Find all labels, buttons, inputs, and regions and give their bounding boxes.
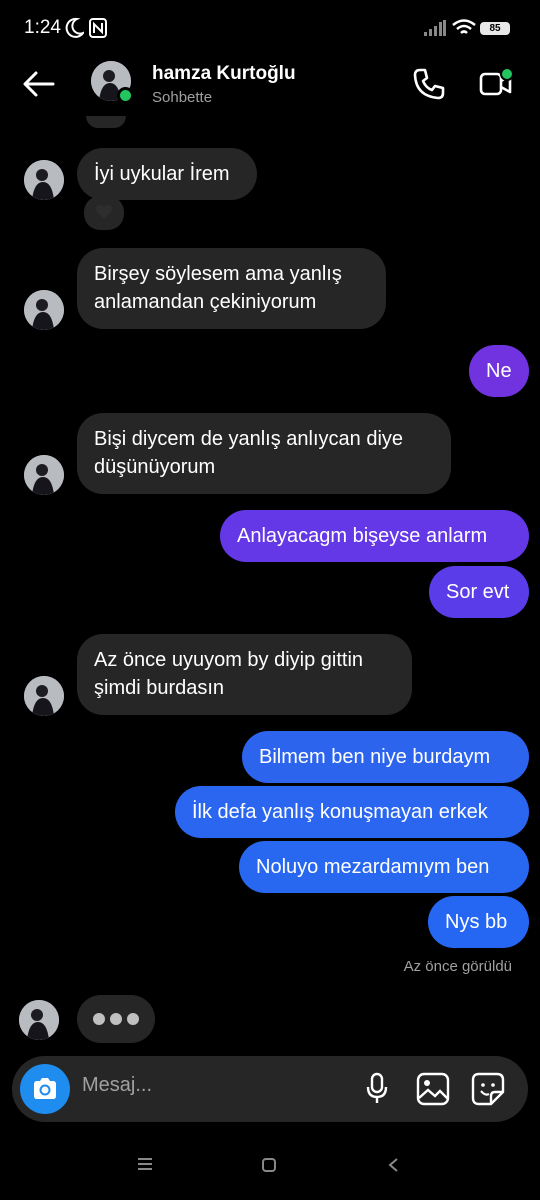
message-bubble-incoming[interactable]: Bişi diycem de yanlış anlıycan diye düşü… [77, 413, 451, 494]
back-arrow-icon[interactable] [22, 70, 56, 103]
camera-button[interactable] [20, 1064, 70, 1114]
typing-dot [127, 1013, 139, 1025]
message-bubble-outgoing[interactable]: Noluyo mezardamıym ben [239, 841, 529, 893]
wifi-icon [452, 19, 476, 42]
previous-reaction-stub [86, 116, 126, 128]
moon-icon [64, 17, 86, 44]
home-icon[interactable] [261, 1157, 277, 1178]
signal-icon [424, 20, 446, 41]
nfc-icon [89, 18, 107, 43]
heart-icon [95, 203, 113, 226]
message-bubble-outgoing[interactable]: Sor evt [429, 566, 529, 618]
sender-avatar [24, 290, 64, 330]
message-bubble-outgoing[interactable]: Ne [469, 345, 529, 397]
contact-status: Sohbette [152, 89, 213, 106]
menu-icon[interactable] [137, 1157, 153, 1176]
back-icon[interactable] [387, 1157, 399, 1178]
message-bubble-outgoing[interactable]: İlk defa yanlış konuşmayan erkek [175, 786, 529, 838]
message-reaction[interactable] [84, 196, 124, 230]
message-composer [12, 1056, 528, 1122]
online-indicator [117, 87, 134, 104]
status-bar: 1:24 85 [0, 0, 540, 58]
sender-avatar [24, 676, 64, 716]
message-bubble-outgoing[interactable]: Nys bb [428, 896, 529, 948]
message-bubble-outgoing[interactable]: Bilmem ben niye burdaym [242, 731, 529, 783]
message-bubble-outgoing[interactable]: Anlayacagm bişeyse anlarm [220, 510, 529, 562]
sender-avatar [24, 455, 64, 495]
microphone-icon[interactable] [365, 1072, 389, 1111]
sticker-icon[interactable] [471, 1072, 505, 1111]
system-nav-bar [0, 1140, 540, 1200]
message-bubble-incoming[interactable]: Birşey söylesem ama yanlış anlamandan çe… [77, 248, 386, 329]
message-input[interactable] [82, 1074, 322, 1097]
typing-dot [93, 1013, 105, 1025]
phone-icon[interactable] [412, 67, 446, 106]
typing-indicator [77, 995, 155, 1043]
battery-icon: 85 [480, 22, 510, 35]
seen-label: Az önce görüldü [403, 958, 512, 975]
status-time: 1:24 [24, 17, 61, 38]
sender-avatar [19, 1000, 59, 1040]
sender-avatar [24, 160, 64, 200]
contact-name[interactable]: hamza Kurtoğlu [152, 63, 296, 85]
chat-header: hamza Kurtoğlu Sohbette [0, 58, 540, 118]
message-bubble-incoming[interactable]: İyi uykular İrem [77, 148, 257, 200]
message-bubble-incoming[interactable]: Az önce uyuyom by diyip gittin şimdi bur… [77, 634, 412, 715]
gallery-icon[interactable] [416, 1072, 450, 1111]
typing-dot [110, 1013, 122, 1025]
video-active-dot [500, 67, 514, 81]
